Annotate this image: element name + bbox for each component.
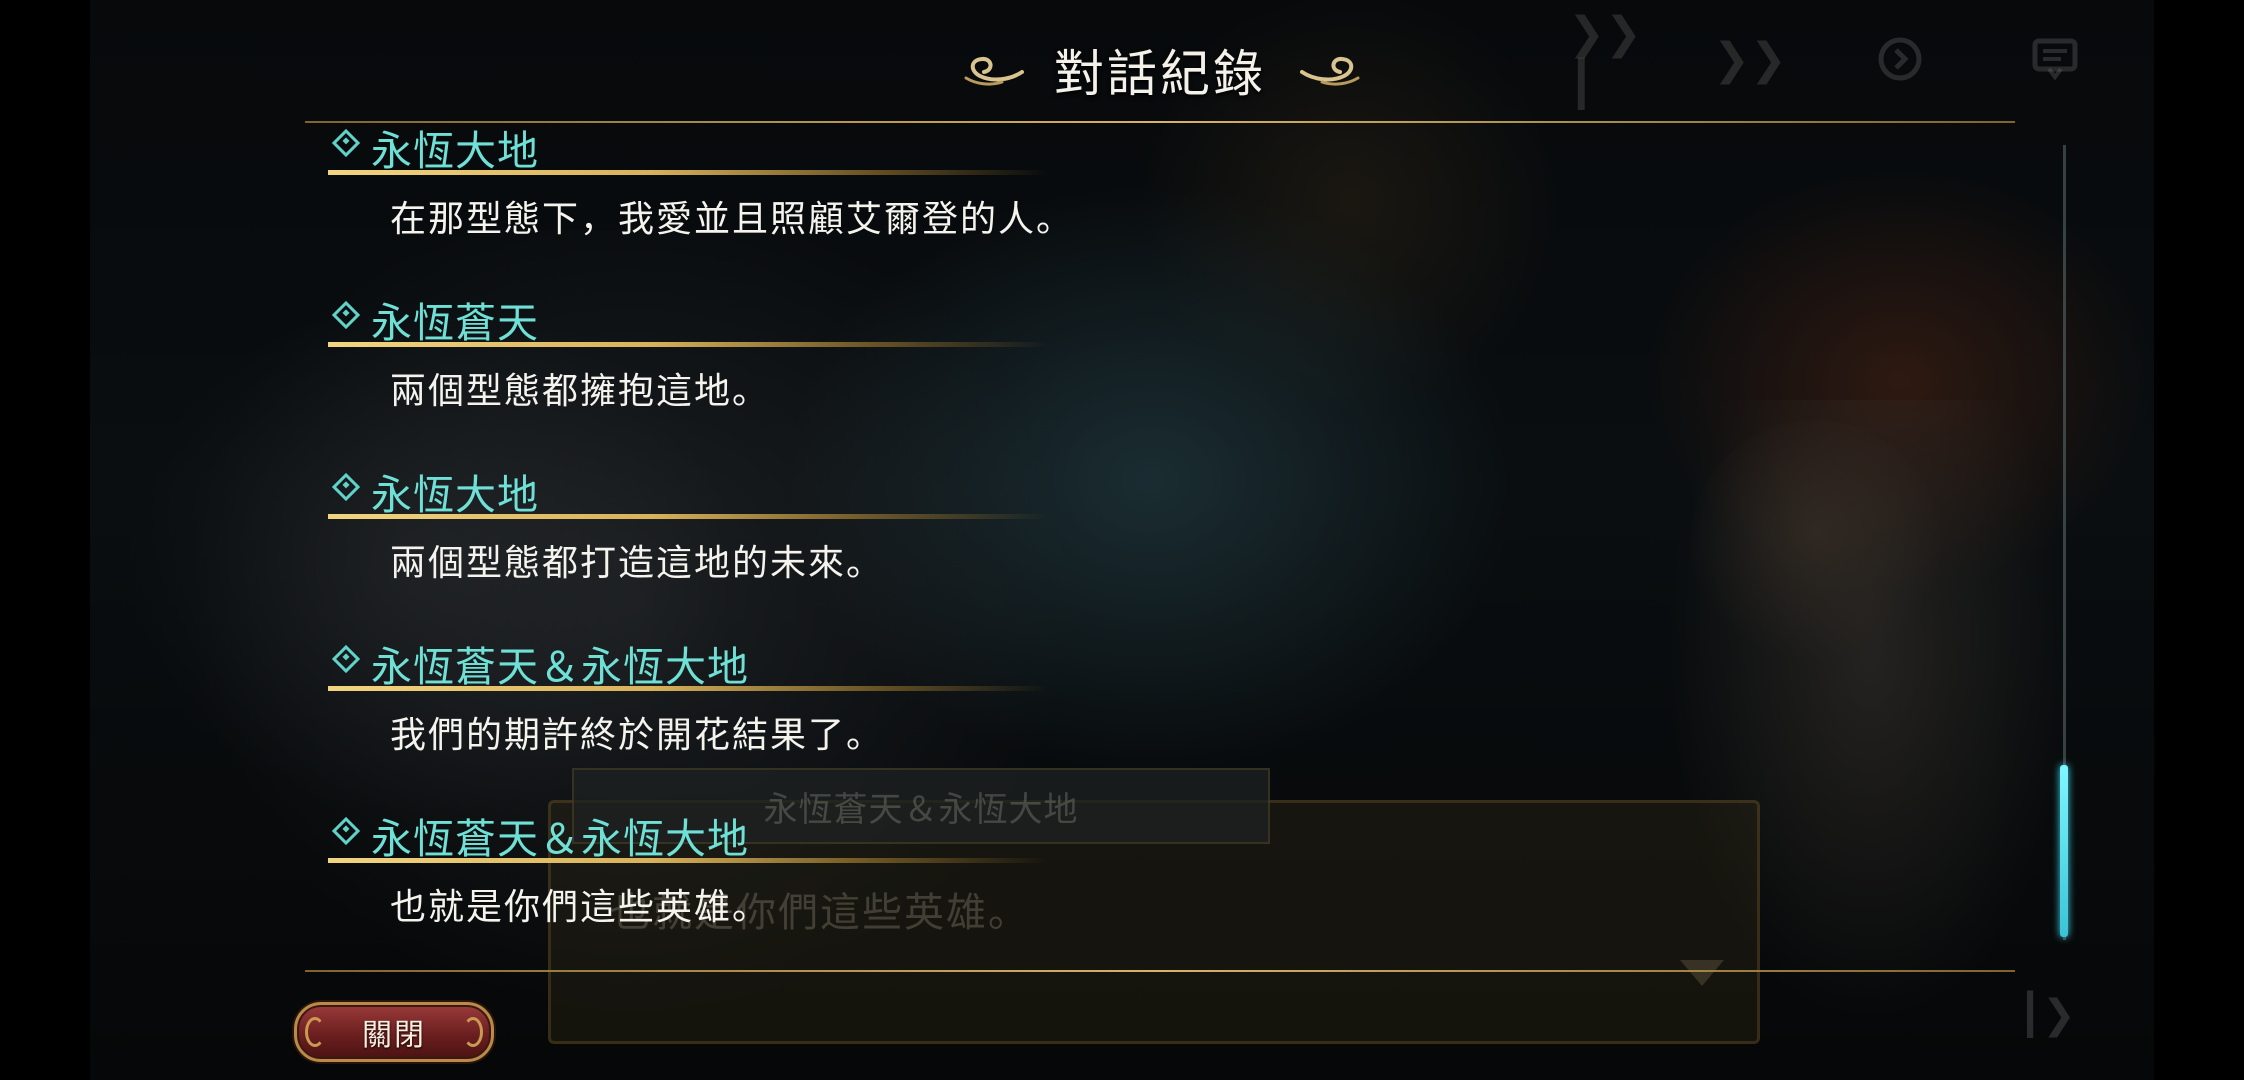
log-speaker: 永恆大地 — [371, 471, 539, 519]
log-speaker: 永恆蒼天＆永恆大地 — [371, 815, 749, 863]
auto-play-icon[interactable] — [1865, 30, 1935, 88]
log-speaker: 永恆蒼天＆永恆大地 — [371, 643, 749, 691]
log-entry: 永恆蒼天 兩個型態都擁抱這地。 — [0, 290, 1300, 460]
background-character-head — [1690, 420, 1940, 670]
diamond-bullet-icon — [331, 128, 361, 158]
corner-skip-icon: ┃❯ — [2018, 992, 2076, 1038]
speaker-underline — [328, 686, 1048, 691]
log-icon[interactable] — [2020, 30, 2090, 88]
speaker-underline — [328, 342, 1048, 347]
diamond-bullet-icon — [331, 816, 361, 846]
next-arrow-icon — [1680, 960, 1724, 986]
button-cap-left-icon — [305, 1017, 325, 1047]
right-letterbox — [2154, 0, 2244, 1080]
diamond-bullet-icon — [331, 300, 361, 330]
scrollbar-thumb[interactable] — [2060, 765, 2068, 937]
button-cap-right-icon — [463, 1017, 483, 1047]
speaker-underline — [328, 170, 1048, 175]
log-text: 兩個型態都打造這地的未來。 — [390, 543, 885, 584]
log-speaker: 永恆蒼天 — [371, 299, 539, 347]
log-text: 兩個型態都擁抱這地。 — [390, 371, 771, 412]
log-text: 也就是你們這些英雄。 — [390, 887, 771, 928]
speaker-underline — [328, 858, 1048, 863]
page-title: 對話紀錄 — [1054, 45, 1266, 103]
diamond-bullet-icon — [331, 644, 361, 674]
log-entry: 永恆大地 在那型態下，我愛並且照顧艾爾登的人。 — [0, 118, 1300, 288]
log-entry: 永恆蒼天＆永恆大地 也就是你們這些英雄。 — [0, 806, 1300, 976]
log-text: 在那型態下，我愛並且照顧艾爾登的人。 — [390, 199, 1075, 240]
screen: 永恆蒼天＆永恆大地 也就是你們這些英雄。 ┃❯ ❯❯┃ ❯❯ 對話紀錄 永恆大地… — [0, 0, 2244, 1080]
fast-forward-icon[interactable]: ❯❯ — [1713, 30, 1787, 88]
speaker-underline — [328, 514, 1048, 519]
close-button-label: 關閉 — [362, 1018, 426, 1053]
diamond-bullet-icon — [331, 472, 361, 502]
log-entry: 永恆蒼天＆永恆大地 我們的期許終於開花結果了。 — [0, 634, 1300, 804]
title-ornament-right-icon — [1300, 57, 1360, 86]
log-entry: 永恆大地 兩個型態都打造這地的未來。 — [0, 462, 1300, 632]
log-speaker: 永恆大地 — [371, 127, 539, 175]
close-button[interactable]: 關閉 — [294, 1002, 494, 1062]
skip-icon[interactable]: ❯❯┃ — [1568, 8, 1642, 110]
log-text: 我們的期許終於開花結果了。 — [390, 715, 885, 756]
